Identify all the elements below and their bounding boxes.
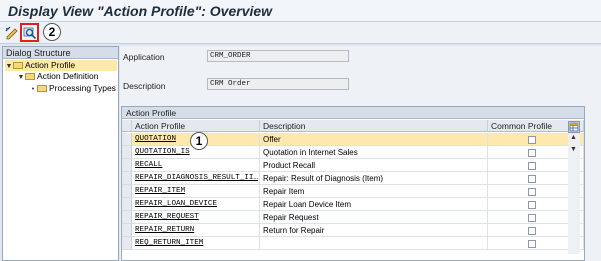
row-selector-header[interactable] [122, 120, 132, 132]
description-label: Description [123, 81, 166, 91]
row-selector[interactable] [122, 133, 132, 146]
cell-action-profile[interactable]: REPAIR_DIAGNOSIS_RESULT_II… [132, 172, 260, 185]
tree-item-label: Action Definition [37, 71, 99, 81]
common-profile-checkbox[interactable] [528, 162, 536, 170]
common-profile-checkbox[interactable] [528, 188, 536, 196]
callout-1: 1 [190, 132, 208, 150]
table-settings-icon [569, 122, 579, 132]
leaf-dot-icon: • [31, 86, 35, 93]
cell-action-profile[interactable]: REPAIR_REQUEST [132, 211, 260, 224]
page-title: Display View "Action Profile": Overview [8, 3, 273, 19]
expand-arrow-icon[interactable]: ▼ [5, 61, 13, 72]
cell-action-profile[interactable]: REPAIR_RETURN [132, 224, 260, 237]
common-profile-checkbox[interactable] [528, 240, 536, 248]
tree-item-label: Action Profile [25, 60, 76, 70]
row-selector[interactable] [122, 146, 132, 159]
row-selector[interactable] [122, 185, 132, 198]
table-row[interactable]: RECALL Product Recall [122, 159, 584, 172]
position-button[interactable] [20, 23, 39, 42]
cell-description [260, 237, 488, 250]
column-header-action-profile[interactable]: Action Profile [132, 120, 260, 132]
row-selector[interactable] [122, 211, 132, 224]
table-row[interactable]: REPAIR_RETURN Return for Repair [122, 224, 584, 237]
cell-action-profile[interactable]: REPAIR_LOAN_DEVICE [132, 198, 260, 211]
row-selector[interactable] [122, 159, 132, 172]
dialog-structure-panel: Dialog Structure ▼ Action Profile ▼ Action… [2, 46, 119, 261]
cell-description: Repair: Result of Diagnosis (Item) [260, 172, 488, 185]
row-selector[interactable] [122, 224, 132, 237]
common-profile-checkbox[interactable] [528, 149, 536, 157]
application-toolbar: 2 [0, 22, 601, 44]
table-title: Action Profile [122, 107, 584, 119]
folder-icon [37, 85, 47, 92]
row-selector[interactable] [122, 198, 132, 211]
table-row[interactable]: REPAIR_LOAN_DEVICE Repair Loan Device Ite… [122, 198, 584, 211]
cell-description: Repair Loan Device Item [260, 198, 488, 211]
dialog-structure-header: Dialog Structure [3, 47, 118, 59]
edit-display-toggle-icon[interactable] [4, 25, 20, 41]
folder-icon [13, 62, 23, 69]
row-selector[interactable] [122, 172, 132, 185]
column-header-description[interactable]: Description [260, 120, 488, 132]
application-label: Application [123, 52, 165, 62]
cell-description: Repair Request [260, 211, 488, 224]
scroll-down-icon[interactable]: ▼ [570, 146, 577, 153]
scroll-up-icon[interactable]: ▲ [570, 134, 577, 141]
table-settings-button[interactable] [568, 121, 580, 133]
folder-icon [25, 73, 35, 80]
row-selector[interactable] [122, 237, 132, 250]
tree-item-action-definition[interactable]: ▼ Action Definition [17, 71, 99, 83]
common-profile-checkbox[interactable] [528, 136, 536, 144]
table-row[interactable]: REPAIR_DIAGNOSIS_RESULT_II… Repair: Resul… [122, 172, 584, 185]
table-row[interactable]: REQ_RETURN_ITEM [122, 237, 584, 250]
common-profile-checkbox[interactable] [528, 175, 536, 183]
cell-description: Repair Item [260, 185, 488, 198]
cell-action-profile[interactable]: REQ_RETURN_ITEM [132, 237, 260, 250]
table-vertical-scrollbar[interactable]: ▲ ▼ [568, 134, 580, 254]
table-row[interactable]: REPAIR_REQUEST Repair Request [122, 211, 584, 224]
detail-area: Application CRM_ORDER Description CRM Or… [120, 46, 601, 261]
tree-item-label: Processing Types [49, 83, 116, 93]
table-row[interactable]: REPAIR_ITEM Repair Item [122, 185, 584, 198]
tree-item-processing-types[interactable]: • Processing Types [29, 83, 116, 94]
common-profile-checkbox[interactable] [528, 201, 536, 209]
callout-2: 2 [43, 23, 61, 41]
cell-action-profile[interactable]: RECALL [132, 159, 260, 172]
application-field: CRM_ORDER [207, 50, 349, 62]
title-bar: Display View "Action Profile": Overview [0, 0, 601, 22]
cell-description: Product Recall [260, 159, 488, 172]
cell-description: Offer [260, 133, 488, 146]
cell-description: Return for Repair [260, 224, 488, 237]
common-profile-checkbox[interactable] [528, 214, 536, 222]
cell-description: Quotation in Internet Sales [260, 146, 488, 159]
table-row[interactable]: QUOTATION_IS Quotation in Internet Sales [122, 146, 584, 159]
expand-arrow-icon[interactable]: ▼ [17, 72, 25, 83]
tree-item-action-profile[interactable]: ▼ Action Profile [5, 60, 117, 71]
common-profile-checkbox[interactable] [528, 227, 536, 235]
cell-action-profile[interactable]: REPAIR_ITEM [132, 185, 260, 198]
action-profile-table: Action Profile Action Profile Descriptio… [121, 106, 585, 261]
description-field: CRM Order [207, 78, 349, 90]
